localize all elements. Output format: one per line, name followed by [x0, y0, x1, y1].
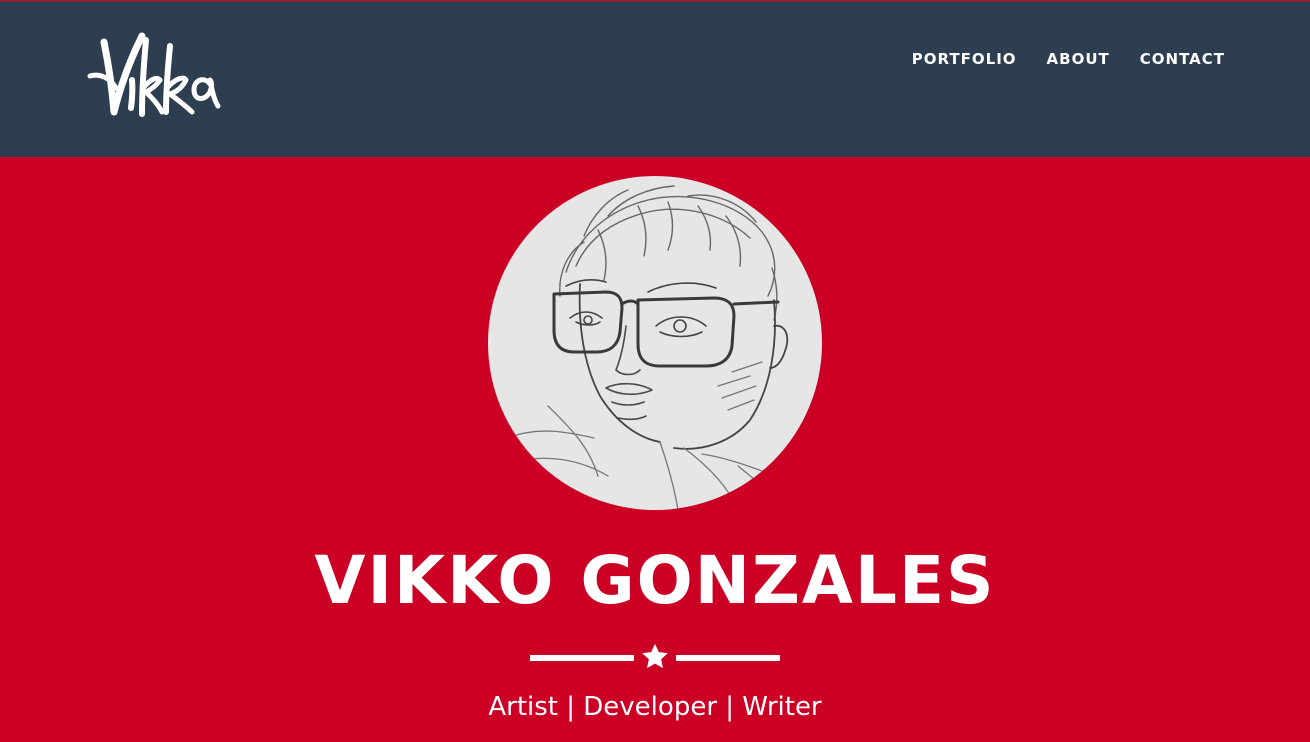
avatar	[488, 176, 822, 510]
divider-line-right	[676, 655, 780, 661]
logo-link[interactable]	[86, 28, 222, 122]
nav-item-about: ABOUT	[1047, 49, 1110, 69]
site-header: PORTFOLIO ABOUT CONTACT	[0, 0, 1310, 157]
nav-about-link[interactable]: ABOUT	[1047, 50, 1110, 68]
signature-logo	[87, 32, 221, 117]
avatar-portrait-sketch	[501, 185, 789, 510]
nav-item-portfolio: PORTFOLIO	[912, 49, 1017, 69]
star-divider	[530, 641, 780, 675]
profile-tagline: Artist | Developer | Writer	[488, 692, 822, 722]
divider-line-left	[530, 655, 634, 661]
nav-portfolio-link[interactable]: PORTFOLIO	[912, 50, 1017, 68]
hero-section: VIKKO GONZALES Artist | Developer | Writ…	[0, 157, 1310, 742]
main-nav: PORTFOLIO ABOUT CONTACT	[912, 49, 1225, 69]
profile-name: VIKKO GONZALES	[314, 542, 996, 619]
nav-contact-link[interactable]: CONTACT	[1140, 50, 1225, 68]
nav-item-contact: CONTACT	[1140, 49, 1225, 69]
star-icon	[642, 643, 668, 669]
